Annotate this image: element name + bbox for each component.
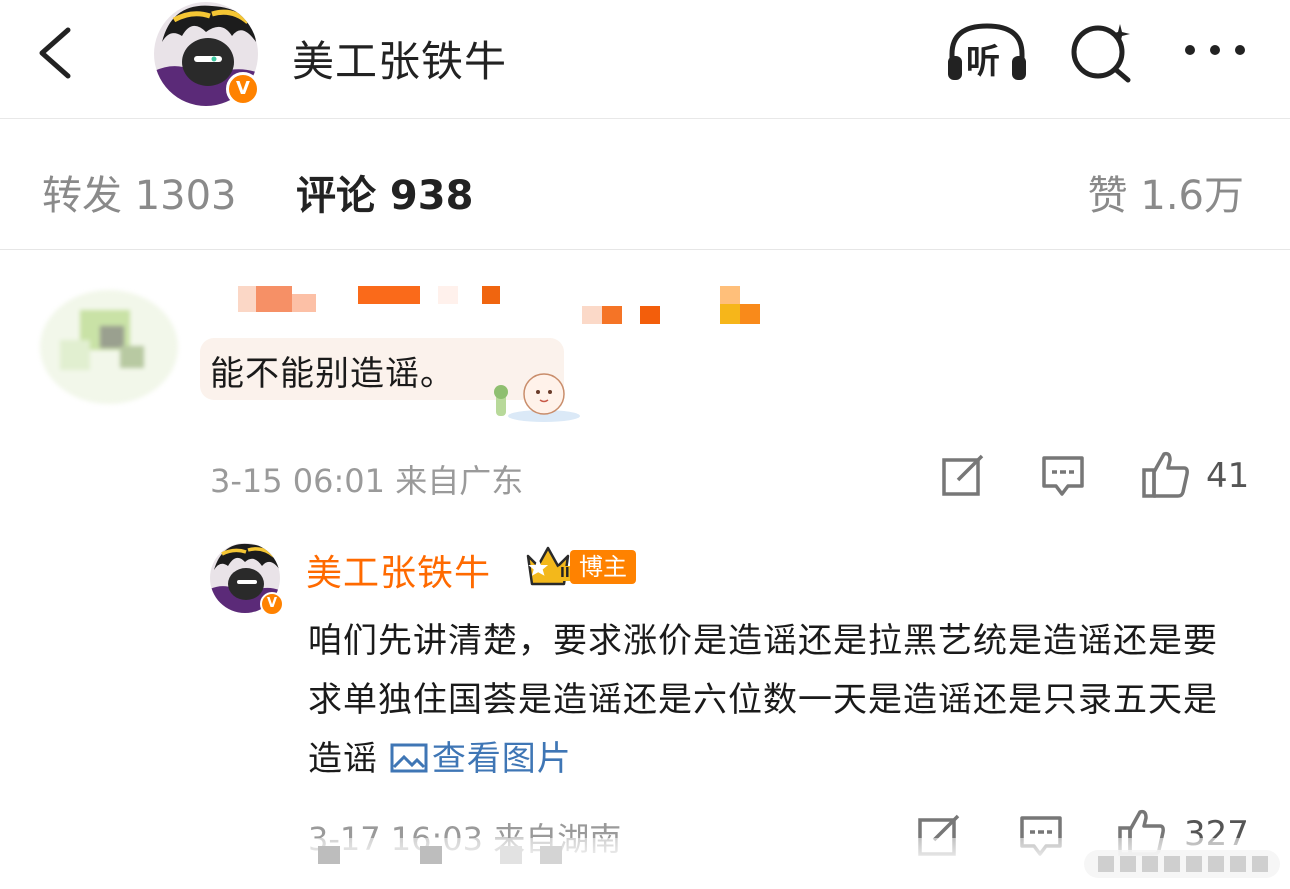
bubble-sticker <box>486 364 582 424</box>
reply-button[interactable] <box>1040 452 1086 498</box>
back-button[interactable] <box>30 22 90 84</box>
view-picture-label: 查看图片 <box>431 739 572 779</box>
verified-badge-small: V <box>260 592 284 616</box>
edit-icon <box>942 454 984 496</box>
comment-meta: 3-15 06:01 来自广东 <box>210 462 524 500</box>
commenter-name-mosaic <box>238 282 778 326</box>
search-button[interactable] <box>1068 20 1134 84</box>
tab-repost[interactable]: 转发 1303 <box>42 163 237 221</box>
verified-badge: V <box>226 72 260 106</box>
like-count: 41 <box>1206 456 1250 496</box>
thumbs-up-icon <box>1142 451 1189 498</box>
comment-text: 能不能别造谣。 <box>210 354 455 394</box>
search-icon <box>1071 24 1131 83</box>
like-button[interactable] <box>1140 448 1192 500</box>
image-icon <box>390 733 428 773</box>
crown-icon: II <box>524 544 572 588</box>
blogger-badge: 博主 <box>570 550 636 584</box>
back-chevron-icon <box>39 27 71 79</box>
stats-bar: 转发 1303 评论 938 赞 1.6万 <box>0 119 1290 250</box>
repost-button[interactable] <box>940 452 986 498</box>
view-picture-link[interactable]: 查看图片 <box>390 739 572 779</box>
reply-text-block: 咱们先讲清楚，要求涨价是造谣还是拉黑艺统是造谣还是要求单独住国荟是造谣还是六位数… <box>308 612 1248 789</box>
tab-like[interactable]: 赞 1.6万 <box>1088 163 1244 221</box>
more-icon <box>1185 45 1245 55</box>
commenter-avatar[interactable] <box>40 290 178 404</box>
bottom-mosaic <box>318 846 578 866</box>
tab-comment[interactable]: 评论 938 <box>296 163 473 221</box>
watermark <box>1084 846 1284 882</box>
top-bar: V 美工张铁牛 听 <box>0 0 1290 119</box>
more-button[interactable] <box>1180 28 1250 72</box>
listen-label: 听 <box>966 42 1000 82</box>
listen-button[interactable]: 听 <box>944 20 1030 84</box>
reply-author[interactable]: 美工张铁牛 <box>306 544 491 596</box>
avatar[interactable]: V <box>152 2 262 110</box>
page-title: 美工张铁牛 <box>292 37 508 86</box>
comment-icon <box>1042 456 1084 496</box>
reply-avatar[interactable]: V <box>208 542 284 616</box>
